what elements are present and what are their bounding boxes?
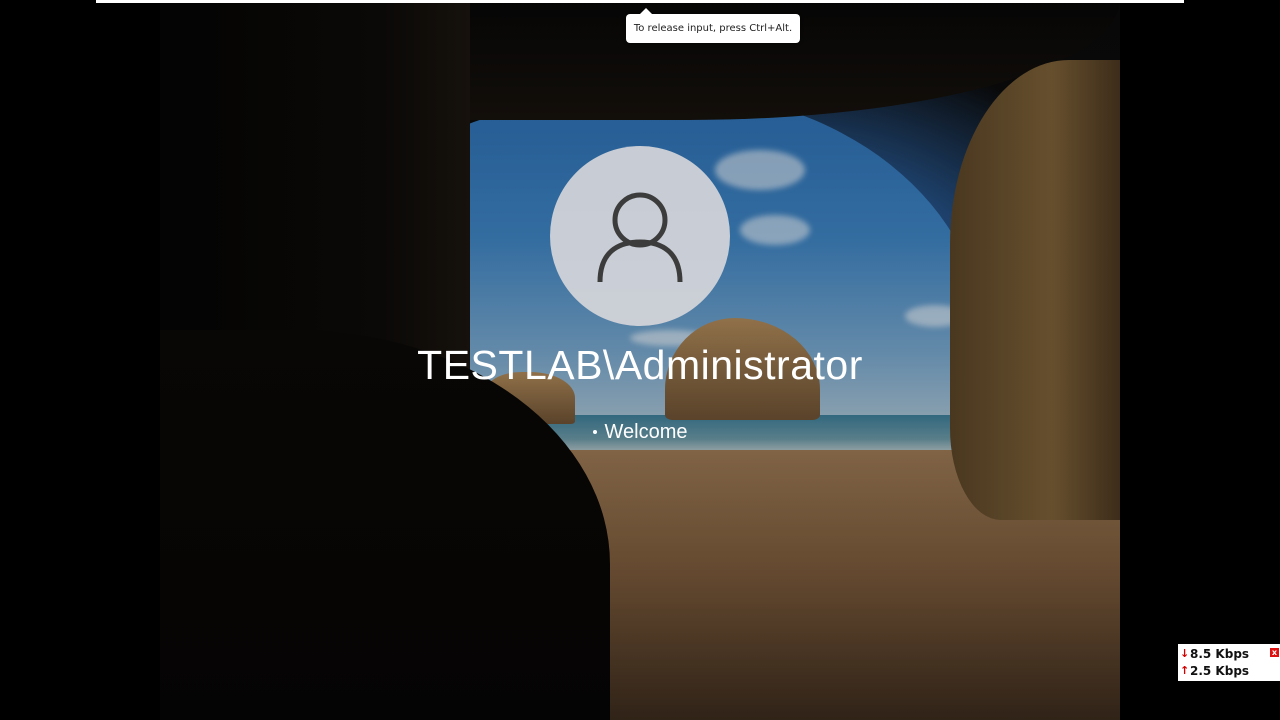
upload-arrow-icon: ↑: [1180, 664, 1190, 677]
upload-speed: 2.5 Kbps: [1190, 663, 1250, 678]
download-arrow-icon: ↓: [1180, 647, 1190, 660]
user-avatar: [550, 146, 730, 326]
close-icon[interactable]: x: [1270, 648, 1279, 657]
download-speed: 8.5 Kbps: [1190, 646, 1250, 661]
upload-speed-row: ↑ 2.5 Kbps: [1180, 662, 1249, 679]
loading-spinner-icon: [592, 430, 597, 434]
vm-toolbar-edge: [96, 0, 1184, 3]
release-input-tooltip: To release input, press Ctrl+Alt.: [626, 8, 800, 43]
login-status-text: Welcome: [604, 420, 688, 443]
login-username: TESTLAB\Administrator: [417, 342, 863, 388]
user-icon: [597, 192, 683, 283]
tooltip-text: To release input, press Ctrl+Alt.: [633, 23, 793, 34]
login-status: Welcome: [560, 417, 720, 447]
network-speed-panel: ↓ 8.5 Kbps ↑ 2.5 Kbps x: [1178, 644, 1280, 681]
download-speed-row: ↓ 8.5 Kbps: [1180, 645, 1249, 662]
